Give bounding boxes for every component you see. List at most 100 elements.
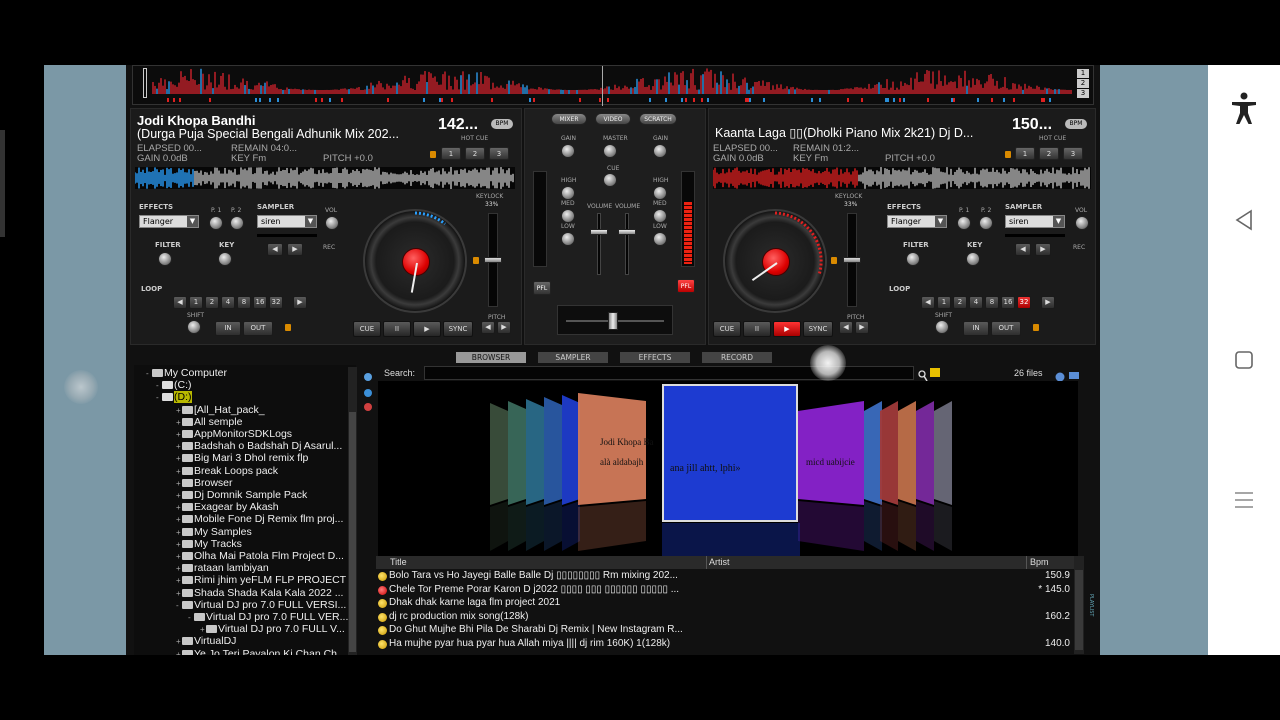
cover-right-reflection-0[interactable]	[798, 501, 864, 551]
deck-left-hotcue-3[interactable]: 3	[489, 147, 509, 160]
mixer-gain-left-knob[interactable]	[561, 144, 575, 158]
deck-right-pitch-handle[interactable]	[843, 257, 861, 263]
deck-left-filter-knob[interactable]	[158, 252, 172, 266]
folder-tree-scroll-thumb[interactable]	[349, 412, 356, 652]
track-row[interactable]: Do Ghut Mujhe Bhi Pila De Sharabi Dj Rem…	[376, 624, 1072, 637]
tree-item[interactable]: + [All_Hat_pack_	[176, 404, 265, 417]
tree-item[interactable]: + Browser	[176, 477, 233, 490]
tab-scratch[interactable]: SCRATCH	[639, 113, 677, 125]
column-bpm[interactable]: Bpm	[1030, 557, 1049, 567]
deck-right-loop-out-button[interactable]: OUT	[991, 321, 1021, 336]
mixer-med-right-knob[interactable]	[653, 209, 667, 223]
deck-left-sampler-select[interactable]: siren ▼	[257, 215, 317, 228]
tree-item[interactable]: + My Tracks	[176, 538, 242, 551]
cover-right-1[interactable]	[864, 401, 882, 505]
track-list-scrollbar[interactable]	[1074, 556, 1084, 654]
tab-mixer[interactable]: MIXER	[551, 113, 587, 125]
selected-cover[interactable]: ana jill ahtt, lphi»	[662, 384, 798, 522]
column-artist[interactable]: Artist	[709, 557, 730, 567]
deck-right-cue-button[interactable]: CUE	[713, 321, 741, 337]
deck-right-hotcue-lock-icon[interactable]	[1005, 151, 1011, 158]
crossfader-handle[interactable]	[608, 312, 618, 330]
deck-right-loop-2-button[interactable]: 2	[953, 296, 967, 309]
track-row[interactable]: dj rc production mix song(128k) 160.2	[376, 611, 1072, 624]
cover-left-3[interactable]	[544, 397, 562, 505]
search-db-icon[interactable]	[363, 367, 373, 381]
deck-left-rec-label[interactable]: REC	[323, 244, 335, 251]
tree-item[interactable]: + AppMonitorSDKLogs	[176, 428, 292, 441]
deck-left-loop-4-button[interactable]: 4	[221, 296, 235, 309]
deck-left-hotcue-2[interactable]: 2	[465, 147, 485, 160]
cover-right-reflection-5[interactable]	[934, 501, 952, 551]
deck-left-loop-in-button[interactable]: IN	[215, 321, 241, 336]
deck-right-loop-16-button[interactable]: 16	[1001, 296, 1015, 309]
tree-item[interactable]: + Dj Domnik Sample Pack	[176, 489, 307, 502]
deck-left-sampler-vol-knob[interactable]	[325, 216, 339, 230]
deck-right-loop-4-button[interactable]: 4	[969, 296, 983, 309]
deck-right-pitch-down-button[interactable]: ◀	[839, 321, 853, 334]
tree-item[interactable]: - (C:)	[156, 379, 192, 392]
folder-icon[interactable]	[930, 368, 940, 377]
tree-item[interactable]: + Olha Mai Patola Flm Project D...	[176, 550, 344, 563]
coverflow-view[interactable]: Jodi Khopa Ba alà aldabajh micd uabijcie…	[378, 381, 1078, 557]
deck-left-loop-out-button[interactable]: OUT	[243, 321, 273, 336]
tree-item[interactable]: + VirtualDJ	[176, 635, 236, 648]
mixer-low-left-knob[interactable]	[561, 232, 575, 246]
cover-right-reflection-1[interactable]	[864, 501, 882, 551]
mixer-low-right-knob[interactable]	[653, 232, 667, 246]
home-icon[interactable]	[1208, 349, 1280, 375]
mixer-cue-knob[interactable]	[603, 173, 617, 187]
deck-right-loop-next-button[interactable]: ▶	[1041, 296, 1055, 309]
deck-left-waveform[interactable]	[134, 167, 515, 189]
back-icon[interactable]	[1208, 208, 1280, 236]
tree-item[interactable]: + Rimi jhim yeFLM FLP PROJECT	[176, 574, 346, 587]
deck-right-waveform[interactable]	[712, 167, 1091, 189]
cover-right-2[interactable]	[880, 401, 898, 505]
deck-right-keylock-icon[interactable]	[831, 257, 837, 264]
track-row[interactable]: Ha mujhe pyar hua pyar hua Allah miya ||…	[376, 638, 1072, 651]
deck-left-pause-button[interactable]: II	[383, 321, 411, 337]
accessibility-icon[interactable]	[1208, 91, 1280, 129]
deck-right-p1-knob[interactable]	[957, 216, 971, 230]
tree-item[interactable]: + rataan lambiyan	[176, 562, 269, 575]
tree-item[interactable]: - Virtual DJ pro 7.0 FULL VERSI...	[176, 599, 346, 612]
deck-left-loop-16-button[interactable]: 16	[253, 296, 267, 309]
cover-left-2[interactable]	[526, 399, 544, 505]
pfl-left-button[interactable]: PFL	[533, 281, 551, 295]
deck-right-loop-lock-icon[interactable]	[1033, 324, 1039, 331]
cover-right-5[interactable]	[934, 401, 952, 505]
playlist-side-tab[interactable]: PLAYLIST	[1084, 556, 1094, 654]
deck-left-loop-next-button[interactable]: ▶	[293, 296, 307, 309]
deck-left-p1-knob[interactable]	[209, 216, 223, 230]
pfl-right-button[interactable]: PFL	[677, 279, 695, 293]
deck-left-pitch-down-button[interactable]: ◀	[481, 321, 495, 334]
cover-right-0[interactable]	[798, 401, 864, 505]
deck-left-loop-2-button[interactable]: 2	[205, 296, 219, 309]
deck-left-loop-prev-button[interactable]: ◀	[173, 296, 187, 309]
deck-right-sampler-play-button[interactable]: ▶	[1035, 243, 1051, 256]
track-row[interactable]: Dhak dhak karne laga flm project 2021	[376, 597, 1072, 610]
deck-right-hotcue-2[interactable]: 2	[1039, 147, 1059, 160]
deck-right-sampler-prev-button[interactable]: ◀	[1015, 243, 1031, 256]
track-row[interactable]: Chele Tor Preme Porar Karon D j2022 ▯▯▯▯…	[376, 584, 1072, 597]
deck-right-loop-8-button[interactable]: 8	[985, 296, 999, 309]
tab-effects[interactable]: EFFECTS	[620, 352, 690, 363]
deck-right-hotcue-3[interactable]: 3	[1063, 147, 1083, 160]
deck-right-loop-32-button[interactable]: 32	[1017, 296, 1031, 309]
deck-left-shift-knob[interactable]	[187, 320, 201, 334]
cover-right-reflection-4[interactable]	[916, 501, 934, 551]
mixer-gain-right-knob[interactable]	[653, 144, 667, 158]
folder-tree[interactable]: - My Computer - (C:) - (D:) + [All_Hat_pack_ + Al…	[134, 365, 356, 655]
deck-right-pause-button[interactable]: II	[743, 321, 771, 337]
deck-left-loop-32-button[interactable]: 32	[269, 296, 283, 309]
tab-video[interactable]: VIDEO	[595, 113, 631, 125]
deck-left-effect-select[interactable]: Flanger ▼	[139, 215, 199, 228]
cover-left-reflection-1[interactable]	[508, 501, 526, 551]
track-row[interactable]: Bolo Tara vs Ho Jayegi Balle Balle Dj ▯▯…	[376, 570, 1072, 583]
deck-left-cue-button[interactable]: CUE	[353, 321, 381, 337]
crossfader-track[interactable]	[557, 305, 673, 335]
deck-right-loop-in-button[interactable]: IN	[963, 321, 989, 336]
deck-number-1[interactable]: 1	[1077, 69, 1089, 78]
deck-right-p2-knob[interactable]	[979, 216, 993, 230]
deck-left-pitch-up-button[interactable]: ▶	[497, 321, 511, 334]
